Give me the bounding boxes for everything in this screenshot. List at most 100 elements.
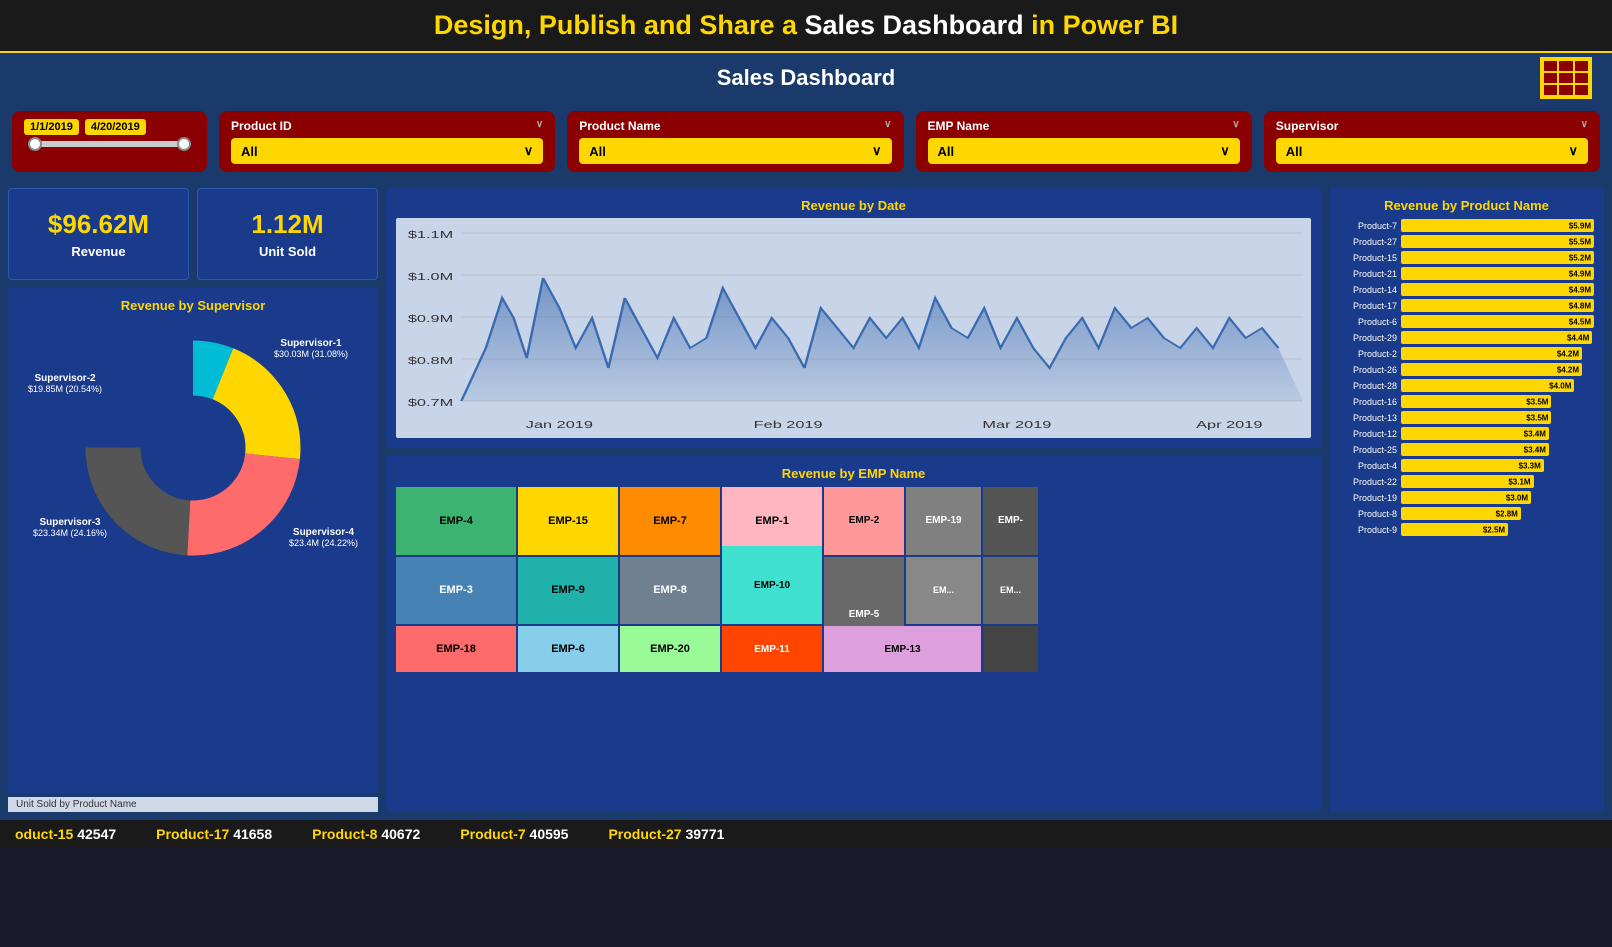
bar-label: Product-14 xyxy=(1339,285,1397,295)
center-panel: Revenue by Date $1.1M $1.0M $0.9M $0.8M … xyxy=(386,188,1321,812)
dashboard-body: $96.62M Revenue 1.12M Unit Sold Revenue … xyxy=(0,180,1612,820)
bar-row: Product-12 $3.4M xyxy=(1339,427,1594,440)
svg-text:$0.8M: $0.8M xyxy=(408,355,453,366)
slider-thumb-left[interactable] xyxy=(28,137,42,151)
unit-sold-label: Unit Sold by Product Name xyxy=(8,797,378,812)
bar-track: $4.0M xyxy=(1401,379,1574,392)
bar-value: $2.8M xyxy=(1496,509,1518,518)
date-filter[interactable]: 1/1/2019 4/20/2019 xyxy=(12,111,207,172)
revenue-value: $96.62M xyxy=(19,209,178,240)
bar-value: $4.4M xyxy=(1567,333,1589,342)
bottom-ticker: oduct-15 42547 Product-17 41658 Product-… xyxy=(0,820,1612,848)
bar-row: Product-13 $3.5M xyxy=(1339,411,1594,424)
bar-value: $4.2M xyxy=(1557,365,1579,374)
bar-label: Product-15 xyxy=(1339,253,1397,263)
units-label: Unit Sold xyxy=(208,244,367,259)
emp-cell: EM... xyxy=(906,557,981,625)
emp-cell: EMP-20 xyxy=(620,626,720,672)
bar-track: $3.4M xyxy=(1401,443,1549,456)
supervisor-label-1: Supervisor-1 $30.03M (31.08%) xyxy=(274,338,348,359)
supervisor-label-4: Supervisor-4 $23.4M (24.22%) xyxy=(289,527,358,548)
line-chart: $1.1M $1.0M $0.9M $0.8M $0.7M Jan 2019 F… xyxy=(396,218,1311,438)
bar-value: $3.5M xyxy=(1526,397,1548,406)
bar-row: Product-21 $4.9M xyxy=(1339,267,1594,280)
bar-value: $4.2M xyxy=(1557,349,1579,358)
dashboard-title: Sales Dashboard xyxy=(717,65,896,91)
bar-track: $4.8M xyxy=(1401,299,1594,312)
emp-treemap: EMP-4 EMP-15 EMP-7 EMP-1 EMP-2 EMP-19 EM… xyxy=(396,487,1311,672)
product-id-label: Product ID xyxy=(231,119,292,133)
bar-row: Product-9$2.5M xyxy=(1339,523,1594,536)
bar-label: Product-9 xyxy=(1339,525,1397,535)
product-chart-title: Revenue by Product Name xyxy=(1339,198,1594,213)
emp-cell: EMP-9 xyxy=(518,557,618,625)
ticker-item-3: Product-7 40595 xyxy=(460,826,568,842)
revenue-date-title: Revenue by Date xyxy=(396,198,1311,213)
product-name-select[interactable]: All ∨ xyxy=(579,138,891,164)
emp-name-filter[interactable]: EMP Name ∨ All ∨ xyxy=(916,111,1252,172)
bar-value: $3.4M xyxy=(1524,429,1546,438)
emp-cell xyxy=(983,626,1038,672)
bar-track: $3.1M xyxy=(1401,475,1534,488)
bar-track: $5.2M xyxy=(1401,251,1594,264)
bar-value: $3.3M xyxy=(1519,461,1541,470)
bar-label: Product-28 xyxy=(1339,381,1397,391)
bar-value: $5.2M xyxy=(1569,253,1591,262)
bar-row: Product-22 $3.1M xyxy=(1339,475,1594,488)
emp-chart-title: Revenue by EMP Name xyxy=(396,466,1311,481)
bar-label: Product-16 xyxy=(1339,397,1397,407)
bar-track: $4.9M xyxy=(1401,283,1594,296)
svg-text:Apr 2019: Apr 2019 xyxy=(1196,419,1262,430)
bar-value: $5.5M xyxy=(1569,237,1591,246)
bar-label: Product-22 xyxy=(1339,477,1397,487)
bar-label: Product-13 xyxy=(1339,413,1397,423)
product-id-filter[interactable]: Product ID ∨ All ∨ xyxy=(219,111,555,172)
supervisor-label-2: Supervisor-2 $19.85M (20.54%) xyxy=(28,373,102,394)
emp-cell: EMP- xyxy=(983,487,1038,555)
bar-row: Product-6$4.5M xyxy=(1339,315,1594,328)
date-end-badge: 4/20/2019 xyxy=(85,119,146,135)
bar-label: Product-12 xyxy=(1339,429,1397,439)
svg-text:Mar 2019: Mar 2019 xyxy=(982,419,1051,430)
bar-label: Product-2 xyxy=(1339,349,1397,359)
bar-label: Product-4 xyxy=(1339,461,1397,471)
bar-value: $3.1M xyxy=(1508,477,1530,486)
bar-track: $4.5M xyxy=(1401,315,1594,328)
bar-label: Product-21 xyxy=(1339,269,1397,279)
emp-name-select[interactable]: All ∨ xyxy=(928,138,1240,164)
bar-track: $3.0M xyxy=(1401,491,1531,504)
bar-track: $5.9M xyxy=(1401,219,1594,232)
ticker-item-1: Product-17 41658 xyxy=(156,826,272,842)
supervisor-filter[interactable]: Supervisor ∨ All ∨ xyxy=(1264,111,1600,172)
bar-row: Product-8$2.8M xyxy=(1339,507,1594,520)
product-id-select[interactable]: All ∨ xyxy=(231,138,543,164)
emp-cell: EMP-1 xyxy=(722,487,822,555)
supervisor-label: Supervisor xyxy=(1276,119,1339,133)
supervisor-select[interactable]: All ∨ xyxy=(1276,138,1588,164)
bar-track: $5.5M xyxy=(1401,235,1594,248)
bar-value: $4.9M xyxy=(1569,269,1591,278)
bar-value: $3.5M xyxy=(1526,413,1548,422)
bar-row: Product-7$5.9M xyxy=(1339,219,1594,232)
product-name-filter[interactable]: Product Name ∨ All ∨ xyxy=(567,111,903,172)
bar-label: Product-17 xyxy=(1339,301,1397,311)
ticker-item-0: oduct-15 42547 xyxy=(15,826,116,842)
bar-value: $3.4M xyxy=(1524,445,1546,454)
emp-cell: EMP-10 xyxy=(722,546,822,624)
header-logo xyxy=(1540,57,1592,99)
supervisor-chart: Revenue by Supervisor xyxy=(8,288,378,793)
revenue-date-chart: Revenue by Date $1.1M $1.0M $0.9M $0.8M … xyxy=(386,188,1321,448)
bar-row: Product-16 $3.5M xyxy=(1339,395,1594,408)
bar-row: Product-14 $4.9M xyxy=(1339,283,1594,296)
banner-title: Design, Publish and Share a Sales Dashbo… xyxy=(0,10,1612,41)
bar-track: $4.4M xyxy=(1401,331,1592,344)
banner-title-white: Sales Dashboard xyxy=(804,10,1023,40)
slider-thumb-right[interactable] xyxy=(177,137,191,151)
emp-cell: EMP-6 xyxy=(518,626,618,672)
product-bars: Product-7$5.9MProduct-27$5.5MProduct-15$… xyxy=(1339,219,1594,536)
emp-cell: EMP-15 xyxy=(518,487,618,555)
units-value: 1.12M xyxy=(208,209,367,240)
units-kpi: 1.12M Unit Sold xyxy=(197,188,378,280)
bar-value: $4.8M xyxy=(1569,301,1591,310)
bar-value: $4.9M xyxy=(1569,285,1591,294)
